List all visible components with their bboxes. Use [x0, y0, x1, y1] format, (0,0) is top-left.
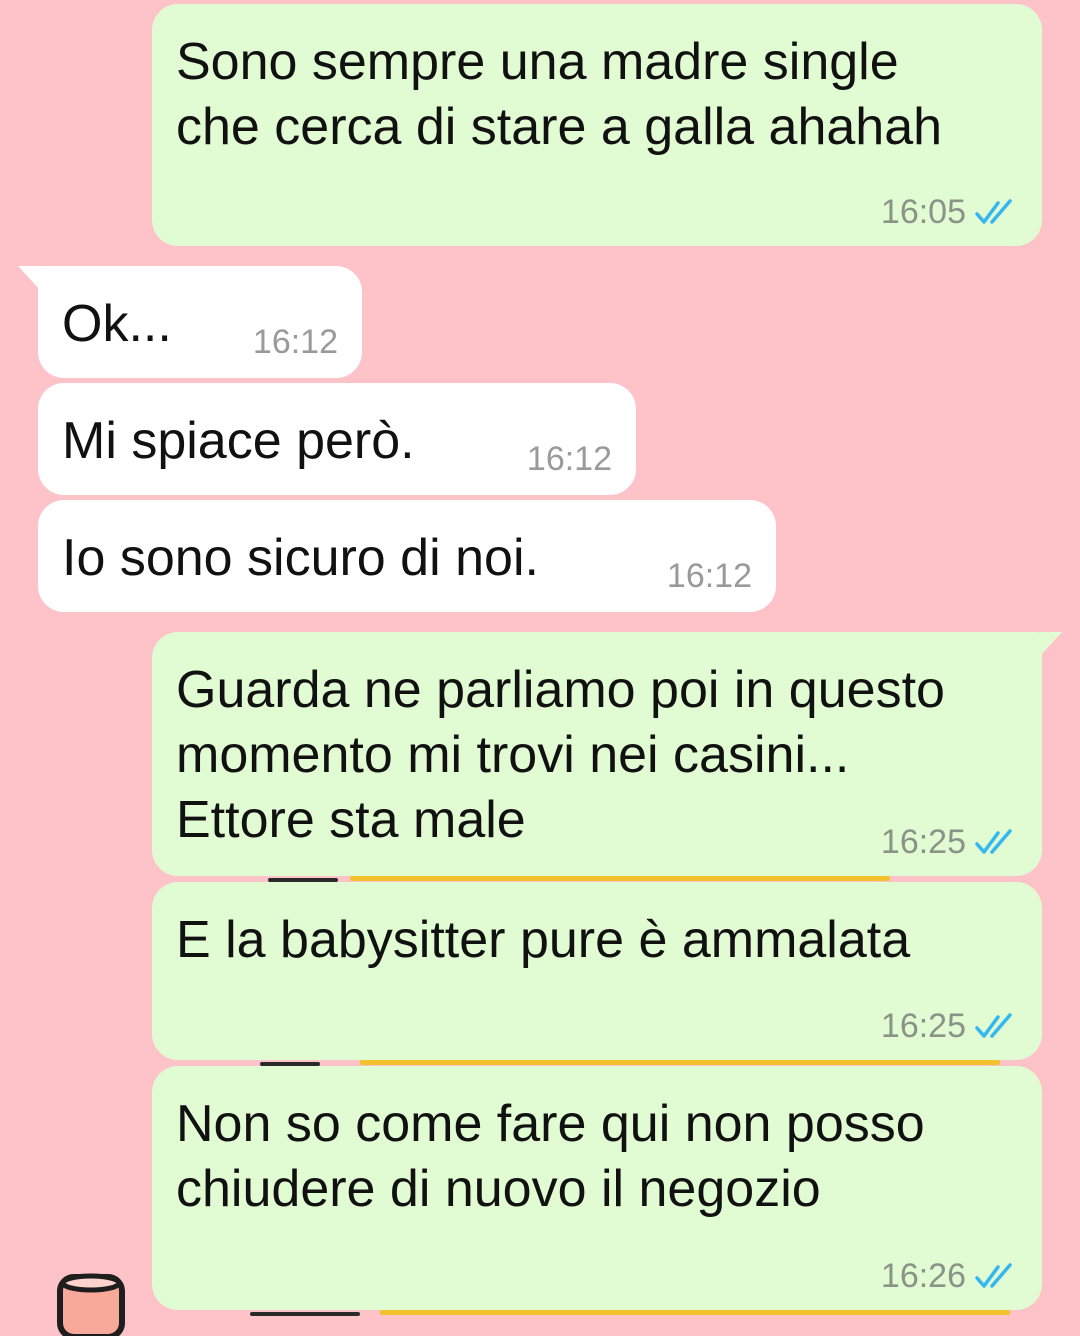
message-text: Guarda ne parliamo poi in questo momento… — [176, 661, 945, 849]
message-time: 16:25 — [880, 823, 966, 861]
message-text: E la babysitter pure è ammalata — [176, 911, 911, 969]
wallpaper-sticker-icon — [57, 1273, 125, 1336]
wallpaper-doodle — [250, 1312, 360, 1316]
message-meta: 16:12 — [253, 322, 338, 362]
bubble-tail — [18, 266, 40, 290]
message-time: 16:12 — [526, 440, 612, 478]
message-meta: 16:05 — [881, 192, 1020, 232]
wallpaper-doodle — [380, 1310, 1010, 1315]
message-text: Ok... — [62, 295, 172, 353]
read-ticks-icon — [975, 1013, 1012, 1038]
bubble-tail — [1040, 632, 1062, 656]
message-text: Mi spiace però. — [62, 412, 415, 470]
message-bubble-incoming[interactable]: Ok... 16:12 — [38, 266, 362, 378]
message-meta: 16:12 — [667, 556, 752, 596]
wallpaper-doodle — [350, 876, 890, 881]
wallpaper-doodle — [360, 1060, 1000, 1065]
message-meta: 16:25 — [881, 1006, 1020, 1046]
message-meta: 16:26 — [881, 1256, 1020, 1296]
message-time: 16:25 — [880, 1007, 966, 1045]
message-bubble-incoming[interactable]: Mi spiace però. 16:12 — [38, 383, 636, 495]
read-ticks-icon — [975, 829, 1012, 854]
message-text: Sono sempre una madre single che cerca d… — [176, 33, 943, 156]
read-ticks-icon — [975, 1263, 1012, 1288]
message-text: Non so come fare qui non posso chiudere … — [176, 1095, 925, 1218]
message-meta: 16:25 — [881, 822, 1020, 862]
message-time: 16:12 — [252, 323, 338, 361]
message-text: Io sono sicuro di noi. — [62, 529, 539, 587]
message-bubble-incoming[interactable]: Io sono sicuro di noi. 16:12 — [38, 500, 776, 612]
message-bubble-outgoing[interactable]: Guarda ne parliamo poi in questo momento… — [152, 632, 1042, 876]
message-time: 16:12 — [666, 557, 752, 595]
read-ticks-icon — [975, 199, 1012, 224]
message-time: 16:26 — [880, 1257, 966, 1295]
message-bubble-outgoing[interactable]: Sono sempre una madre single che cerca d… — [152, 4, 1042, 246]
message-time: 16:05 — [880, 193, 966, 231]
message-bubble-outgoing[interactable]: Non so come fare qui non posso chiudere … — [152, 1066, 1042, 1310]
message-meta: 16:12 — [527, 439, 612, 479]
message-bubble-outgoing[interactable]: E la babysitter pure è ammalata 16:25 — [152, 882, 1042, 1060]
